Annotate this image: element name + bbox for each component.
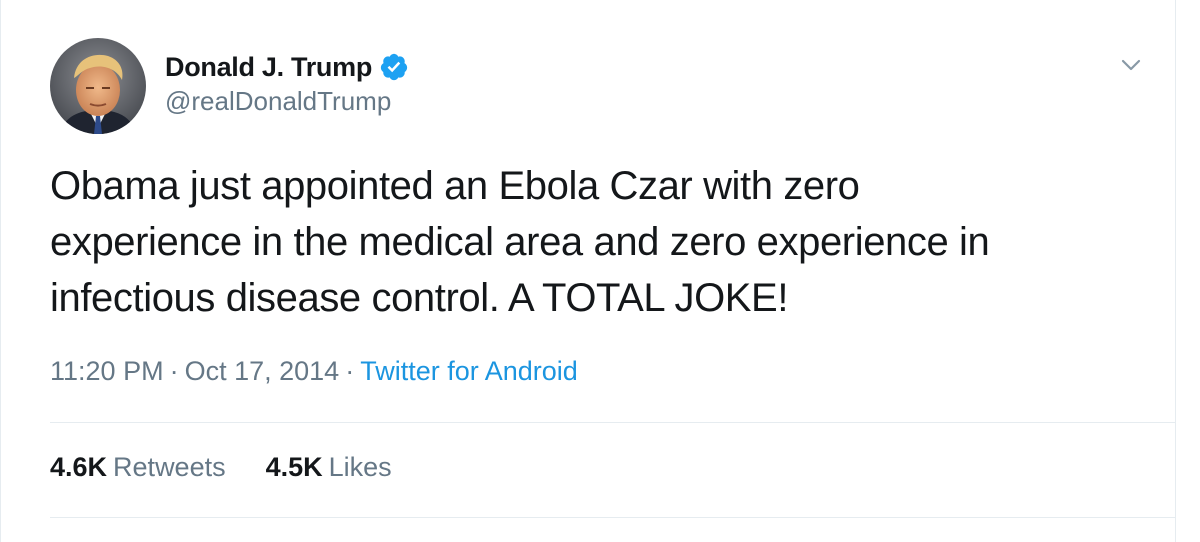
likes-count: 4.5K (265, 452, 323, 482)
divider (50, 517, 1175, 518)
avatar-image (50, 38, 146, 134)
author-name-row: Donald J. Trump (165, 51, 409, 83)
meta-separator: · (169, 356, 179, 386)
tweet-date-link[interactable]: Oct 17, 2014 (185, 356, 340, 386)
tweet-text-line: experience in the medical area and zero … (50, 220, 990, 264)
tweet-metadata: 11:20 PM · Oct 17, 2014 · Twitter for Androi… (50, 356, 578, 387)
tweet-source-link[interactable]: Twitter for Android (360, 356, 578, 386)
card-left-border (0, 0, 1, 542)
retweets-count: 4.6K (50, 452, 108, 482)
likes-stat[interactable]: 4.5K Likes (266, 452, 392, 483)
verified-badge-icon (380, 53, 408, 81)
author-handle[interactable]: @realDonaldTrump (165, 86, 391, 117)
avatar[interactable] (50, 38, 146, 134)
card-right-border (1175, 0, 1176, 542)
tweet-stats: 4.6K Retweets 4.5K Likes (50, 452, 432, 483)
retweets-stat[interactable]: 4.6K Retweets (50, 452, 226, 483)
author-display-name[interactable]: Donald J. Trump (165, 52, 372, 83)
meta-separator: · (345, 356, 355, 386)
tweet-text: Obama just appointed an Ebola Czar with … (50, 158, 1160, 326)
chevron-down-icon[interactable] (1116, 50, 1146, 80)
tweet-text-line: infectious disease control. A TOTAL JOKE… (50, 276, 789, 320)
likes-label: Likes (328, 452, 392, 482)
tweet-time-link[interactable]: 11:20 PM (50, 356, 164, 386)
retweets-label: Retweets (113, 452, 226, 482)
tweet-card: Donald J. Trump @realDonaldTrump Obama j… (0, 0, 1200, 542)
tweet-text-line: Obama just appointed an Ebola Czar with … (50, 164, 860, 208)
divider (50, 422, 1175, 423)
